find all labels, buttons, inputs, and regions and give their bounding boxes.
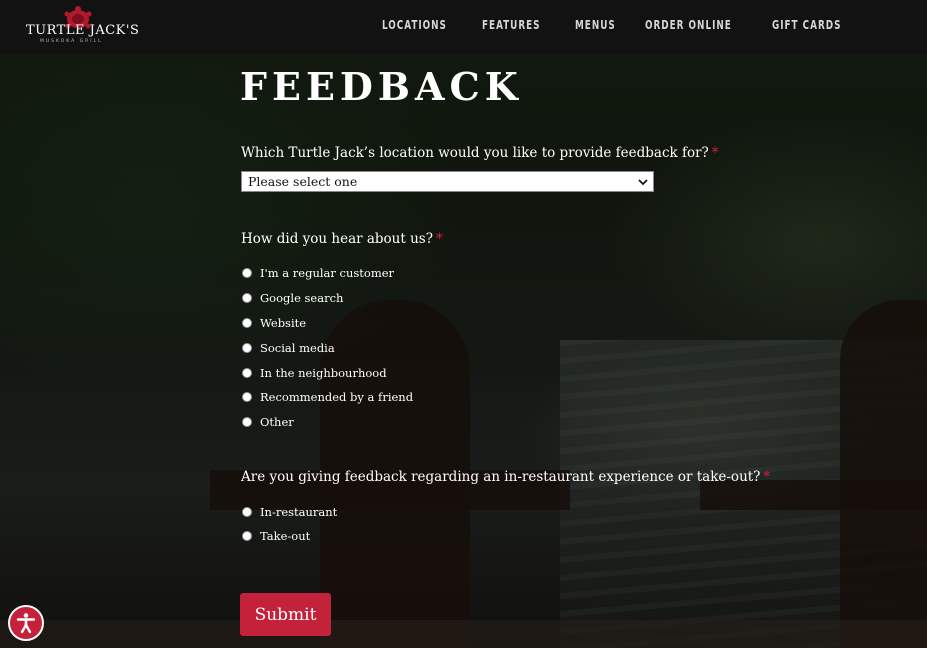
radio-button[interactable]: [242, 293, 252, 303]
radio-button[interactable]: [242, 417, 252, 427]
hear-question-label: How did you hear about us?: [241, 231, 433, 247]
brand-name: TURTLE JACK'S: [26, 23, 140, 38]
hear-option-label: Social media: [260, 341, 335, 355]
nav-locations[interactable]: LOCATIONS: [382, 18, 447, 32]
site-header: TURTLE JACK'S MUSKOKA GRILL LOCATIONS FE…: [0, 0, 927, 54]
location-select[interactable]: Please select one: [241, 171, 654, 192]
chevron-down-icon: [638, 179, 648, 186]
radio-button[interactable]: [242, 318, 252, 328]
brand-tagline: MUSKOKA GRILL: [40, 39, 103, 44]
hear-option-friend[interactable]: Recommended by a friend: [242, 390, 413, 404]
radio-button[interactable]: [242, 343, 252, 353]
required-mark: *: [711, 145, 719, 161]
experience-question: Are you giving feedback regarding an in-…: [241, 469, 770, 485]
experience-option-label: Take-out: [260, 529, 311, 543]
hear-option-label: Website: [260, 316, 307, 330]
hear-option-label: Recommended by a friend: [260, 390, 414, 404]
required-mark: *: [435, 231, 443, 247]
radio-button[interactable]: [242, 531, 252, 541]
hear-option-neighbourhood[interactable]: In the neighbourhood: [242, 366, 387, 380]
location-question: Which Turtle Jack’s location would you l…: [241, 145, 719, 161]
radio-button[interactable]: [242, 507, 252, 517]
hear-option-regular[interactable]: I'm a regular customer: [242, 266, 394, 280]
accessibility-button[interactable]: [8, 605, 44, 641]
required-mark: *: [763, 469, 771, 485]
hear-option-social[interactable]: Social media: [242, 341, 335, 355]
hear-option-other[interactable]: Other: [242, 415, 294, 429]
hear-option-label: Google search: [260, 291, 344, 305]
hear-question: How did you hear about us? *: [241, 231, 443, 247]
accessibility-icon: [16, 613, 36, 634]
experience-option-in-restaurant[interactable]: In-restaurant: [242, 505, 337, 519]
nav-order-online[interactable]: ORDER ONLINE: [645, 18, 732, 32]
experience-option-label: In-restaurant: [260, 505, 338, 519]
brand-logo[interactable]: TURTLE JACK'S MUSKOKA GRILL: [26, 6, 140, 46]
hear-option-label: In the neighbourhood: [260, 366, 387, 380]
hear-option-label: Other: [260, 415, 294, 429]
submit-button[interactable]: Submit: [240, 593, 331, 636]
radio-button[interactable]: [242, 268, 252, 278]
page-title: FEEDBACK: [240, 64, 523, 109]
hear-option-website[interactable]: Website: [242, 316, 306, 330]
radio-button[interactable]: [242, 368, 252, 378]
hear-option-google[interactable]: Google search: [242, 291, 343, 305]
main-nav: LOCATIONS FEATURES MENUS ORDER ONLINE GI…: [382, 18, 857, 32]
nav-gift-cards[interactable]: GIFT CARDS: [772, 18, 841, 32]
experience-question-label: Are you giving feedback regarding an in-…: [241, 469, 761, 485]
location-select-value: Please select one: [248, 174, 358, 189]
location-question-label: Which Turtle Jack’s location would you l…: [241, 145, 709, 161]
hear-option-label: I'm a regular customer: [260, 266, 395, 280]
nav-features[interactable]: FEATURES: [482, 18, 541, 32]
radio-button[interactable]: [242, 392, 252, 402]
experience-option-take-out[interactable]: Take-out: [242, 529, 310, 543]
nav-menus[interactable]: MENUS: [575, 18, 616, 32]
